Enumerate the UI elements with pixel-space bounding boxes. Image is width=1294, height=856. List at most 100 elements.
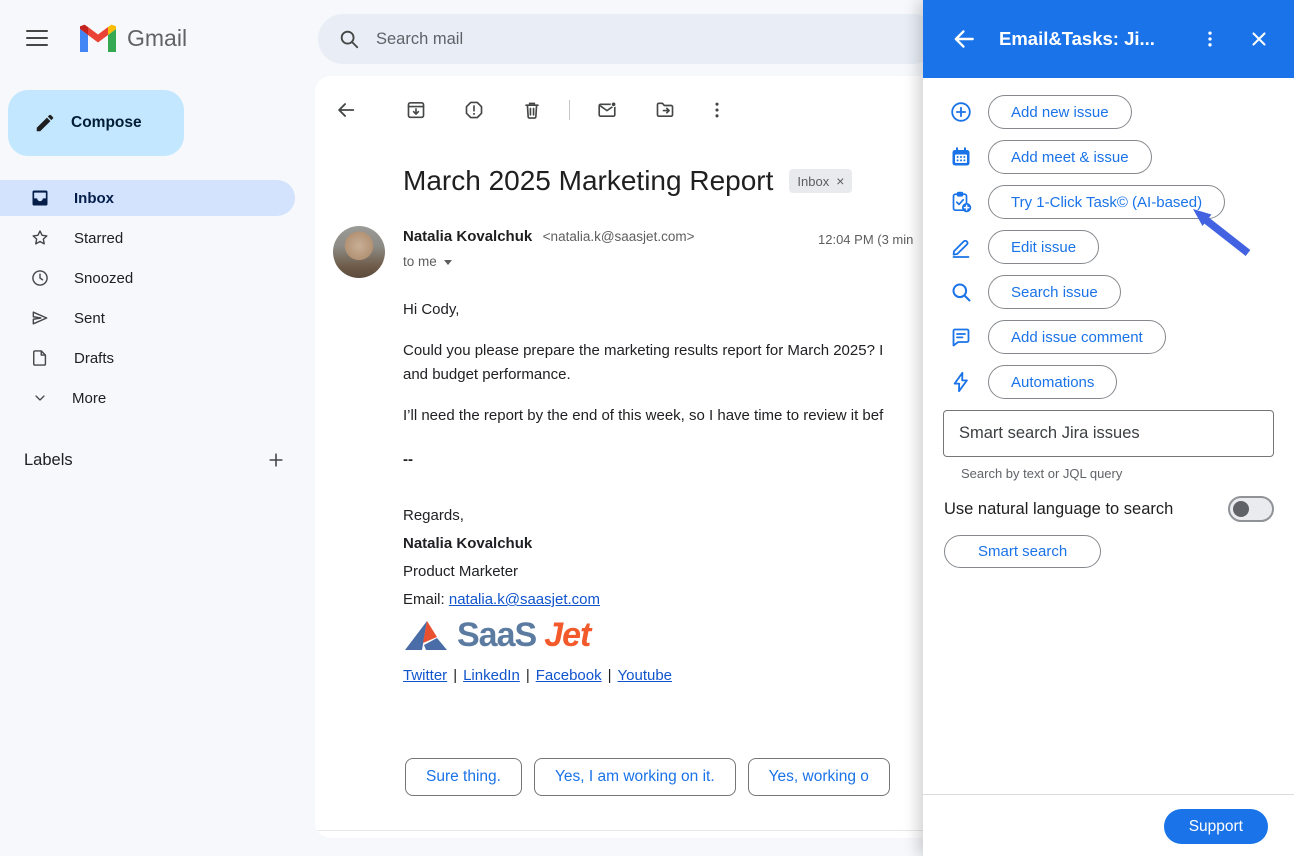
clock-icon: [30, 268, 50, 288]
email-toolbar: [335, 96, 728, 124]
sidebar-item-label: Inbox: [74, 190, 114, 207]
brand-row: Gmail: [0, 0, 315, 76]
support-button[interactable]: Support: [1164, 809, 1268, 844]
chip-label: Inbox: [797, 174, 829, 189]
smart-reply-button[interactable]: Sure thing.: [405, 758, 522, 796]
mark-unread-icon[interactable]: [596, 99, 618, 121]
sidebar-item-snoozed[interactable]: Snoozed: [0, 260, 295, 296]
toggle-knob: [1233, 501, 1249, 517]
signature-email-label: Email:: [403, 591, 445, 608]
action-row-automations: Automations: [923, 365, 1294, 399]
labels-header: Labels: [24, 451, 73, 470]
back-icon[interactable]: [335, 99, 357, 121]
sidebar-item-label: More: [72, 390, 106, 407]
action-row-one-click-task: Try 1-Click Task© (AI-based): [923, 185, 1294, 219]
search-icon[interactable]: [338, 28, 360, 50]
panel-footer: Support: [923, 794, 1294, 856]
sidebar-item-more[interactable]: More: [0, 380, 295, 416]
linkedin-link[interactable]: LinkedIn: [463, 667, 520, 684]
chip-remove-icon[interactable]: ×: [836, 174, 844, 188]
report-spam-icon[interactable]: [463, 99, 485, 121]
sidebar-item-starred[interactable]: Starred: [0, 220, 295, 256]
edit-icon[interactable]: [949, 235, 973, 259]
social-separator: |: [526, 667, 530, 684]
saasjet-logo-icon: [403, 617, 449, 653]
signature-divider: --: [403, 448, 883, 472]
automations-button[interactable]: Automations: [988, 365, 1117, 399]
smart-reply-row: Sure thing. Yes, I am working on it. Yes…: [405, 758, 890, 796]
labels-section: Labels: [24, 450, 286, 470]
search-helper-text: Search by text or JQL query: [961, 466, 1294, 481]
bolt-icon[interactable]: [949, 370, 973, 394]
sidebar-item-label: Sent: [74, 310, 105, 327]
action-row-edit-issue: Edit issue: [923, 230, 1294, 264]
signature-email-link[interactable]: natalia.k@saasjet.com: [449, 591, 600, 608]
add-issue-comment-button[interactable]: Add issue comment: [988, 320, 1166, 354]
signature-email-row: Email: natalia.k@saasjet.com: [403, 588, 883, 612]
sender-avatar[interactable]: [333, 226, 385, 278]
panel-more-icon[interactable]: [1200, 28, 1220, 50]
panel-back-icon[interactable]: [951, 26, 977, 52]
body-paragraph-line: and budget performance.: [403, 363, 883, 387]
body-paragraph-line: I’ll need the report by the end of this …: [403, 404, 883, 428]
archive-icon[interactable]: [405, 99, 427, 121]
sidebar-item-inbox[interactable]: Inbox: [0, 180, 295, 216]
signature-regards: Regards,: [403, 504, 883, 528]
sidebar-nav: Inbox Starred Snoozed Sent Drafts: [0, 180, 295, 420]
search-issue-button[interactable]: Search issue: [988, 275, 1121, 309]
sidebar-item-label: Snoozed: [74, 270, 133, 287]
try-one-click-task-button[interactable]: Try 1-Click Task© (AI-based): [988, 185, 1225, 219]
action-row-add-issue-comment: Add issue comment: [923, 320, 1294, 354]
sidebar-item-drafts[interactable]: Drafts: [0, 340, 295, 376]
panel-actions: Add new issue Add meet & issue Try 1-Cli…: [923, 78, 1294, 399]
email-timestamp: 12:04 PM (3 min: [818, 232, 913, 247]
recipient-details-caret-icon[interactable]: [444, 260, 452, 265]
signature-role: Product Marketer: [403, 560, 883, 584]
add-new-issue-button[interactable]: Add new issue: [988, 95, 1132, 129]
more-options-icon[interactable]: [706, 99, 728, 121]
smart-reply-button[interactable]: Yes, working o: [748, 758, 890, 796]
add-meet-issue-button[interactable]: Add meet & issue: [988, 140, 1152, 174]
search-issue-icon[interactable]: [949, 280, 973, 304]
delete-icon[interactable]: [521, 99, 543, 121]
gmail-logo: Gmail: [78, 23, 187, 53]
main-menu-icon[interactable]: [26, 30, 48, 46]
task-add-icon[interactable]: [949, 190, 973, 214]
edit-issue-button[interactable]: Edit issue: [988, 230, 1099, 264]
sender-address: <natalia.k@saasjet.com>: [543, 229, 695, 244]
body-paragraph-line: Could you please prepare the marketing r…: [403, 339, 883, 363]
recipient-label: to me: [403, 254, 437, 269]
add-label-icon[interactable]: [266, 450, 286, 470]
facebook-link[interactable]: Facebook: [536, 667, 602, 684]
draft-file-icon: [30, 348, 50, 368]
inbox-label-chip[interactable]: Inbox ×: [789, 169, 852, 193]
sidebar-item-sent[interactable]: Sent: [0, 300, 295, 336]
twitter-link[interactable]: Twitter: [403, 667, 447, 684]
inbox-icon: [30, 188, 50, 208]
youtube-link[interactable]: Youtube: [618, 667, 673, 684]
natural-language-label: Use natural language to search: [944, 500, 1173, 519]
plus-circle-icon[interactable]: [949, 100, 973, 124]
panel-close-icon[interactable]: [1248, 28, 1270, 50]
move-to-icon[interactable]: [654, 99, 676, 121]
logo-text-jet: Jet: [544, 623, 590, 647]
email-body: Hi Cody, Could you please prepare the ma…: [403, 298, 883, 688]
logo-text-saas: SaaS: [457, 623, 536, 647]
smart-search-button[interactable]: Smart search: [944, 535, 1101, 568]
natural-language-toggle[interactable]: [1228, 496, 1274, 522]
chevron-down-icon: [32, 390, 48, 406]
comment-icon[interactable]: [949, 325, 973, 349]
recipient-row[interactable]: to me: [403, 254, 452, 269]
smart-reply-button[interactable]: Yes, I am working on it.: [534, 758, 736, 796]
panel-title: Email&Tasks: Ji...: [999, 28, 1200, 50]
panel-header: Email&Tasks: Ji...: [923, 0, 1294, 78]
compose-button[interactable]: Compose: [8, 90, 184, 156]
action-row-add-new-issue: Add new issue: [923, 95, 1294, 129]
calendar-icon[interactable]: [949, 145, 973, 169]
sidebar-item-label: Starred: [74, 230, 123, 247]
sender-line: Natalia Kovalchuk <natalia.k@saasjet.com…: [403, 228, 694, 246]
jira-smart-search-input[interactable]: [943, 410, 1274, 457]
action-row-search-issue: Search issue: [923, 275, 1294, 309]
jira-addon-panel: Email&Tasks: Ji... Add new issue Add mee…: [923, 0, 1294, 856]
search-input[interactable]: [376, 30, 816, 49]
